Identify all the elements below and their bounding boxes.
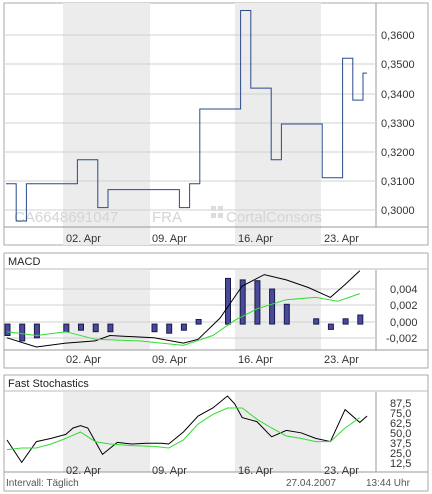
macd-bar-6 [107, 323, 114, 333]
macd-bar-7 [151, 323, 158, 333]
footer-interval: Intervall: Täglich [6, 478, 79, 489]
watermark-brand: CortalConsors [226, 209, 322, 226]
price-panel: CA6648691047 FRA CortalConsors 0,3000 0,… [3, 2, 429, 246]
price-x-tick-3: 23. Apr [324, 233, 359, 245]
macd-x-tick-2: 16. Apr [238, 354, 273, 366]
price-y-tick-2: 0,3200 [381, 147, 415, 159]
footer-date: 27.04.2007 [286, 478, 336, 489]
macd-bar-9 [180, 323, 187, 331]
price-y-tick-1: 0,3100 [381, 176, 415, 188]
macd-panel: MACD 0,004 0,002 0,000 -0,002 02. Apr 09… [3, 252, 429, 369]
price-y-tick-6: 0,3600 [381, 30, 415, 42]
macd-y-tick-0: 0,004 [390, 284, 418, 296]
macd-bar-18 [342, 318, 349, 325]
macd-bar-1 [19, 323, 26, 342]
macd-bar-8 [166, 323, 173, 334]
macd-bar-10 [195, 319, 202, 325]
macd-title: MACD [8, 256, 40, 268]
macd-bar-11 [225, 277, 231, 325]
macd-x-tick-1: 09. Apr [152, 354, 187, 366]
macd-bar-14 [269, 288, 276, 325]
macd-bar-3 [63, 323, 70, 333]
macd-bar-4 [78, 323, 84, 331]
macd-bar-19 [357, 314, 364, 325]
macd-bar-13 [254, 280, 261, 325]
stoch-x-tick-1: 09. Apr [152, 465, 187, 477]
price-y-tick-5: 0,3500 [381, 59, 415, 71]
stoch-shade-week-1 [63, 392, 150, 472]
footer-time: 13:44 Uhr [366, 478, 411, 489]
macd-x-tick-3: 23. Apr [324, 354, 359, 366]
price-y-tick-0: 0,3000 [381, 205, 415, 217]
watermark-exchange: FRA [152, 209, 182, 226]
macd-x-tick-0: 02. Apr [66, 354, 101, 366]
macd-y-tick-1: 0,002 [390, 300, 418, 312]
price-x-tick-1: 09. Apr [152, 233, 187, 245]
macd-bar-0 [4, 323, 11, 336]
stoch-x-tick-3: 23. Apr [324, 465, 359, 477]
macd-y-tick-3: -0,002 [386, 333, 417, 345]
macd-bar-5 [92, 323, 99, 333]
stoch-y-tick-6: 12,5 [390, 458, 411, 470]
watermark-isin: CA6648691047 [14, 209, 118, 226]
macd-bar-16 [313, 318, 320, 325]
price-y-tick-4: 0,3400 [381, 89, 415, 101]
macd-bar-17 [327, 323, 334, 330]
stochastics-panel: Fast Stochastics 87,5 75,0 62,5 50,0 37,… [3, 374, 429, 492]
stochastics-title: Fast Stochastics [8, 378, 89, 390]
macd-y-tick-2: 0,000 [390, 317, 418, 329]
stoch-x-tick-2: 16. Apr [238, 465, 273, 477]
price-x-tick-2: 16. Apr [238, 233, 273, 245]
macd-bar-15 [283, 303, 290, 325]
price-y-tick-3: 0,3300 [381, 118, 415, 130]
price-x-tick-0: 02. Apr [66, 233, 101, 245]
stoch-x-tick-0: 02. Apr [66, 465, 101, 477]
stoch-y-ticks: 87,5 75,0 62,5 50,0 37,5 25,0 12,5 [390, 398, 411, 470]
